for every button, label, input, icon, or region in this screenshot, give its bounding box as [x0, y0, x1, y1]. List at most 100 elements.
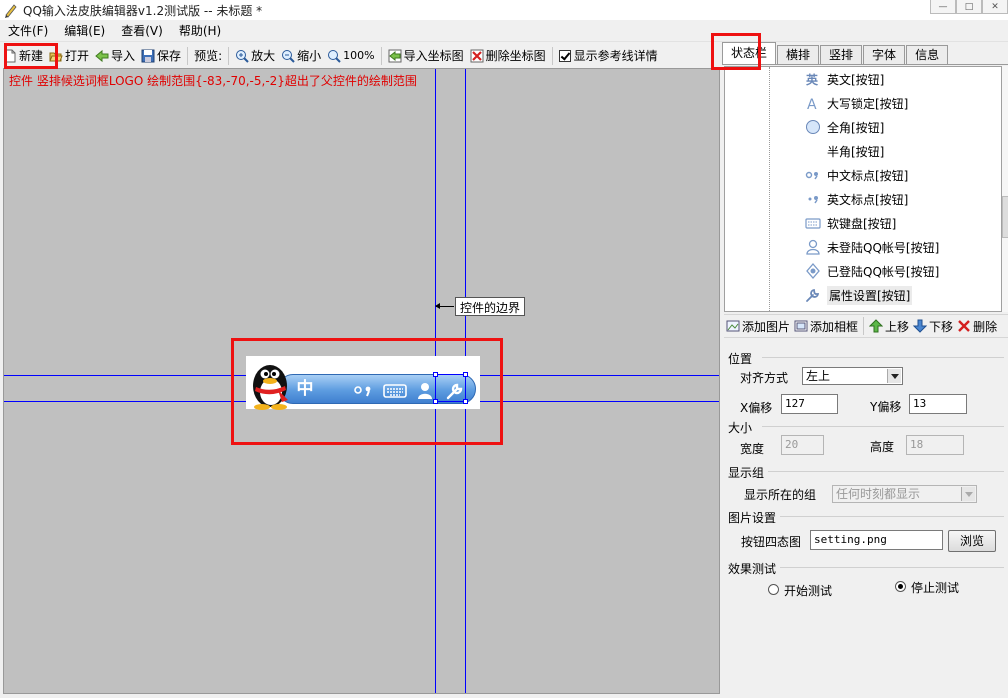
align-value: 左上 [806, 369, 831, 383]
tree-item-cn-punct[interactable]: 中文标点[按钮] [805, 164, 908, 186]
x-offset-label: X偏移 [740, 401, 773, 415]
effect-group-title: 效果测试 [728, 560, 781, 577]
align-select[interactable]: 左上 [802, 367, 903, 385]
error-message: 控件 竖排候选词框LOGO 绘制范围{-83,-70,-5,-2}超出了父控件的… [9, 74, 417, 88]
tree-scrollbar[interactable] [1002, 66, 1008, 312]
minimize-icon[interactable]: — [930, 0, 956, 14]
start-test-label[interactable]: 开始测试 [784, 582, 832, 599]
control-tree[interactable]: 英 英文[按钮] A 大写锁定[按钮] 全角[按钮] 半角[按钮] 中文标点[按… [724, 66, 1002, 312]
tree-item-label: 未登陆QQ帐号[按钮] [827, 240, 940, 255]
tab-info[interactable]: 信息 [906, 45, 949, 64]
keyboard-icon [805, 218, 821, 229]
wrench-icon [806, 288, 820, 302]
en-punct-icon [808, 196, 818, 204]
menu-help[interactable]: 帮助(H) [171, 22, 229, 39]
boundary-label: 控件的边界 [455, 297, 526, 316]
delete-layer-button[interactable]: 删除 [955, 315, 999, 337]
resize-handle[interactable] [433, 399, 438, 404]
close-icon[interactable]: ✕ [982, 0, 1008, 14]
chevron-down-icon[interactable] [887, 369, 901, 383]
zoom-out-button[interactable]: 缩小 [278, 45, 324, 67]
tree-item-keyboard[interactable]: 软键盘[按钮] [805, 212, 896, 234]
zoom-out-icon [282, 49, 295, 63]
zoom-in-button[interactable]: 放大 [232, 45, 278, 67]
svg-text:英: 英 [806, 72, 819, 87]
zoom-reset-icon [328, 49, 341, 63]
tree-item-settings[interactable]: 属性设置[按钮] [805, 284, 913, 306]
align-label: 对齐方式 [740, 371, 789, 385]
display-group-value: 任何时刻都显示 [836, 487, 921, 501]
menu-file[interactable]: 文件(F) [0, 22, 56, 39]
import-icon [95, 49, 109, 62]
browse-button[interactable]: 浏览 [948, 530, 996, 552]
maximize-icon[interactable]: □ [956, 0, 982, 14]
resize-handle[interactable] [433, 372, 438, 377]
keyboard-icon[interactable] [383, 380, 407, 399]
design-canvas[interactable]: 控件 竖排候选词框LOGO 绘制范围{-83,-70,-5,-2}超出了父控件的… [3, 68, 720, 694]
tab-status-bar[interactable]: 状态栏 [722, 42, 777, 64]
height-input: 18 [906, 435, 964, 455]
toolbar-separator [187, 46, 189, 65]
tree-item-english[interactable]: 英 英文[按钮] [805, 68, 884, 90]
x-offset-input[interactable]: 127 [781, 394, 838, 414]
import-coord-button[interactable]: 导入坐标图 [385, 45, 467, 67]
tab-font[interactable]: 字体 [863, 45, 906, 64]
tree-item-label: 已登陆QQ帐号[按钮] [827, 264, 940, 279]
add-image-button[interactable]: 添加图片 [724, 315, 792, 337]
properties-panel: 状态栏 横排 竖排 字体 信息 英 英文[按钮] A 大写锁定[按钮] 全角[按… [722, 42, 1008, 698]
show-guides-checkbox[interactable]: 显示参考线详情 [556, 45, 661, 67]
tree-item-capslock[interactable]: A 大写锁定[按钮] [805, 92, 908, 114]
checkbox-checked-icon[interactable] [558, 49, 571, 62]
import-label: 导入 [111, 49, 136, 63]
arrow-down-icon [913, 319, 928, 333]
tab-vertical[interactable]: 竖排 [820, 45, 863, 64]
tree-item-en-punct[interactable]: 英文标点[按钮] [805, 188, 908, 210]
import-coord-icon [388, 49, 402, 62]
tab-horizontal[interactable]: 横排 [777, 45, 820, 64]
add-frame-button[interactable]: 添加相框 [792, 315, 860, 337]
menu-view[interactable]: 查看(V) [113, 22, 171, 39]
menu-edit[interactable]: 编辑(E) [56, 22, 113, 39]
tree-item-label: 半角[按钮] [827, 144, 885, 159]
import-button[interactable]: 导入 [92, 45, 138, 67]
cn-punct-icon [805, 171, 818, 180]
delete-coord-button[interactable]: 删除坐标图 [467, 45, 549, 67]
tree-item-user-online[interactable]: 已登陆QQ帐号[按钮] [805, 260, 939, 282]
menu-bar: 文件(F) 编辑(E) 查看(V) 帮助(H) [0, 20, 1008, 42]
delete-coord-label: 删除坐标图 [485, 49, 546, 63]
chevron-down-icon [961, 487, 975, 501]
stop-test-radio[interactable] [895, 581, 906, 592]
save-button[interactable]: 保存 [138, 45, 184, 67]
add-image-label: 添加图片 [742, 319, 791, 334]
move-up-button[interactable]: 上移 [867, 315, 911, 337]
open-button[interactable]: 打开 [46, 45, 92, 67]
y-offset-input[interactable]: 13 [909, 394, 967, 414]
start-test-radio[interactable] [768, 584, 779, 595]
preview-text: 预览: [194, 49, 223, 63]
show-guides-label: 显示参考线详情 [573, 49, 658, 63]
halfwidth-icon [807, 145, 819, 157]
property-form: 位置 对齐方式 左上 X偏移 127 Y偏移 13 大小 宽度 20 高度 18… [722, 343, 1008, 698]
qq-penguin-logo-icon [253, 365, 288, 410]
display-group-title: 显示组 [728, 464, 769, 481]
halfwidth-moon-icon[interactable] [323, 379, 347, 400]
tree-item-halfwidth[interactable]: 半角[按钮] [805, 140, 884, 162]
selection-rect[interactable] [435, 374, 466, 402]
new-button[interactable]: 新建 [0, 45, 46, 67]
stop-test-label[interactable]: 停止测试 [911, 579, 959, 596]
zoom-in-label: 放大 [251, 49, 276, 63]
move-down-button[interactable]: 下移 [911, 315, 955, 337]
resize-handle[interactable] [463, 372, 468, 377]
zoom-100-button[interactable]: 100% [324, 45, 377, 67]
group-divider [762, 567, 1004, 568]
fullwidth-icon [806, 120, 820, 134]
tree-item-fullwidth[interactable]: 全角[按钮] [805, 116, 884, 138]
resize-handle[interactable] [463, 399, 468, 404]
image-path-input[interactable]: setting.png [810, 530, 943, 550]
zoom-out-label: 缩小 [297, 49, 322, 63]
user-icon[interactable] [413, 379, 437, 400]
preview-label: 预览: [191, 45, 225, 67]
width-input: 20 [781, 435, 824, 455]
tree-item-user-offline[interactable]: 未登陆QQ帐号[按钮] [805, 236, 939, 258]
punctuation-icon[interactable] [353, 381, 377, 398]
